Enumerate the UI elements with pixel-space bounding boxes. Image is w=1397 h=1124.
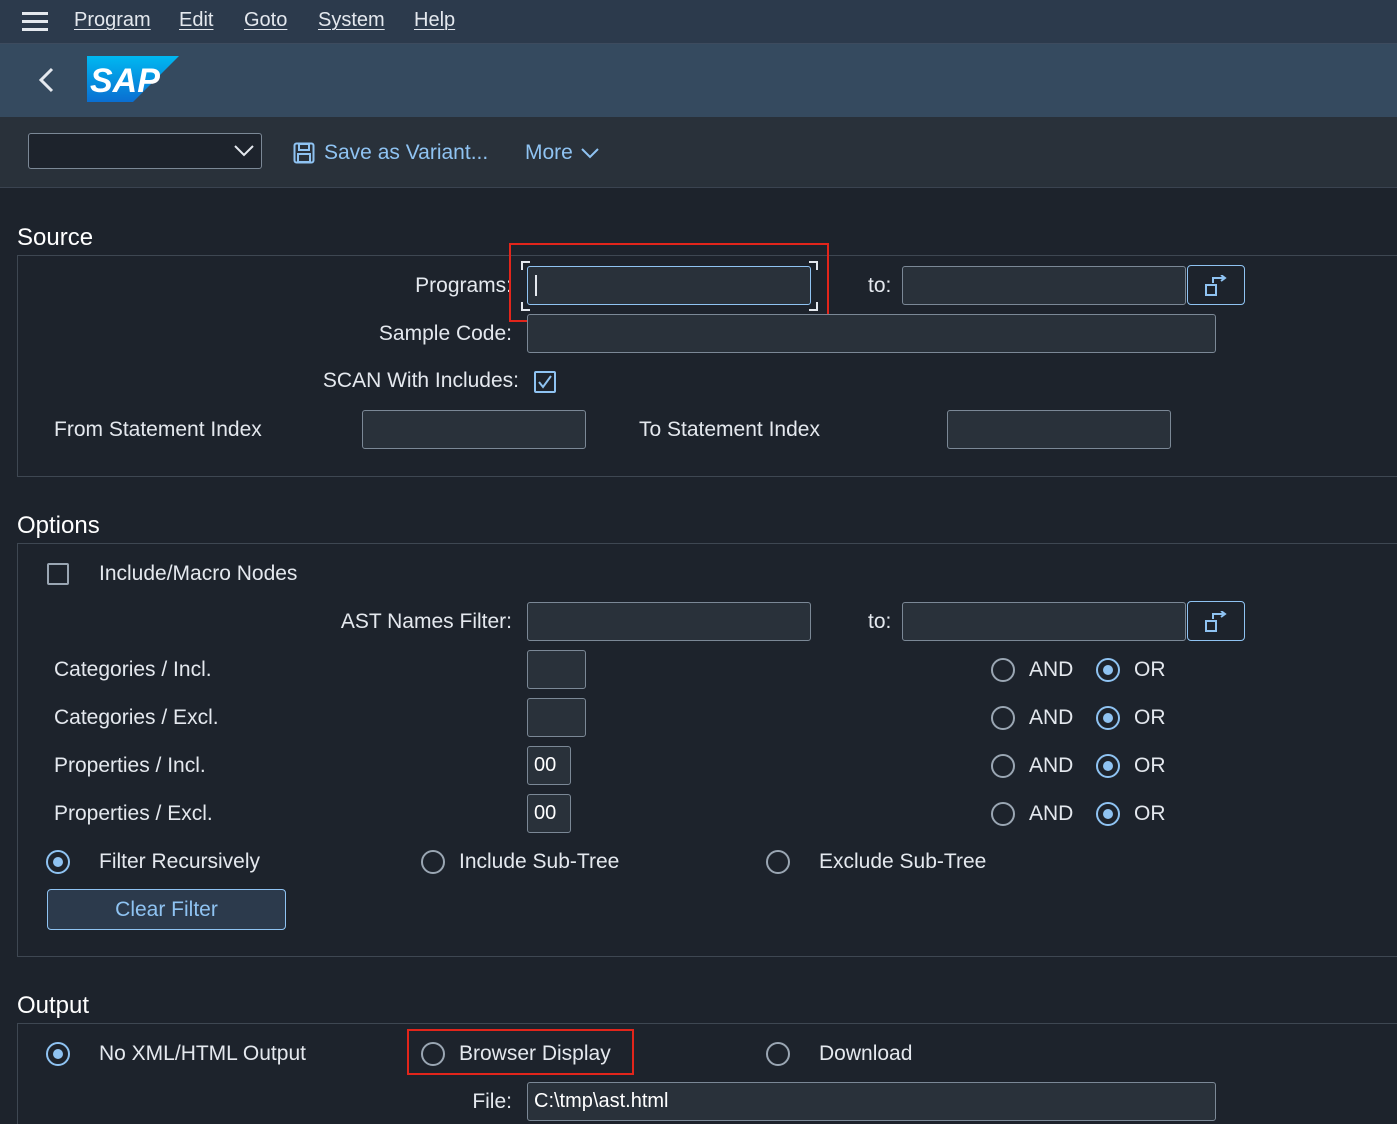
scan-includes-checkbox[interactable] (534, 371, 556, 393)
no-output-label: No XML/HTML Output (99, 1042, 306, 1065)
ast-multiple-selection-button[interactable] (1187, 601, 1245, 641)
to-statement-index-input[interactable] (947, 410, 1171, 449)
ast-names-filter-input[interactable] (527, 602, 811, 641)
back-arrow-icon[interactable] (36, 64, 58, 96)
and-label: AND (1029, 754, 1074, 777)
filter-recursively-label: Filter Recursively (99, 850, 261, 873)
properties-excl-and-radio[interactable] (991, 802, 1015, 826)
menu-edit[interactable]: Edit (179, 9, 213, 32)
shell-header (0, 44, 1397, 117)
and-label: AND (1029, 802, 1074, 825)
properties-incl-label: Properties / Incl. (54, 754, 206, 777)
no-output-radio[interactable] (46, 1042, 70, 1066)
and-label: AND (1029, 706, 1074, 729)
menu-system[interactable]: System (318, 9, 385, 32)
properties-excl-label: Properties / Excl. (54, 802, 213, 825)
categories-excl-input[interactable] (527, 698, 586, 737)
menu-help[interactable]: Help (414, 9, 455, 32)
download-label: Download (819, 1042, 913, 1065)
programs-multiple-selection-button[interactable] (1187, 265, 1245, 305)
clear-filter-button[interactable]: Clear Filter (47, 889, 286, 930)
focus-corner-brackets (521, 261, 818, 311)
categories-excl-label: Categories / Excl. (54, 706, 219, 729)
ast-to-input[interactable] (902, 602, 1186, 641)
and-label: AND (1029, 658, 1074, 681)
browser-display-label: Browser Display (459, 1042, 611, 1065)
menu-goto[interactable]: Goto (244, 9, 287, 32)
sap-logo: SAP (87, 56, 179, 102)
multiple-selection-icon (1205, 275, 1227, 296)
variant-select[interactable] (28, 133, 262, 169)
properties-incl-input[interactable]: 00 (527, 746, 571, 785)
categories-incl-input[interactable] (527, 650, 586, 689)
or-label: OR (1134, 658, 1166, 681)
or-label: OR (1134, 754, 1166, 777)
sample-code-label: Sample Code: (378, 322, 512, 345)
ast-to-label: to: (868, 610, 892, 633)
more-chevron-down-icon[interactable] (580, 146, 600, 160)
checkmark-icon (538, 375, 552, 389)
or-label: OR (1134, 802, 1166, 825)
exclude-subtree-radio[interactable] (766, 850, 790, 874)
more-button[interactable]: More (525, 141, 573, 165)
or-label: OR (1134, 706, 1166, 729)
menu-program[interactable]: Program (74, 9, 151, 32)
categories-incl-or-radio[interactable] (1096, 658, 1120, 682)
chevron-down-icon[interactable] (233, 142, 255, 158)
browser-display-radio[interactable] (421, 1042, 445, 1066)
file-label: File: (472, 1090, 512, 1113)
svg-text:SAP: SAP (90, 62, 160, 100)
sample-code-input[interactable] (527, 314, 1216, 353)
properties-excl-or-radio[interactable] (1096, 802, 1120, 826)
multiple-selection-icon (1205, 611, 1227, 632)
programs-to-input[interactable] (902, 266, 1186, 305)
programs-to-label: to: (868, 274, 892, 297)
exclude-subtree-label: Exclude Sub-Tree (819, 850, 987, 873)
filter-recursively-radio[interactable] (46, 850, 70, 874)
from-statement-index-label: From Statement Index (54, 418, 262, 441)
include-subtree-radio[interactable] (421, 850, 445, 874)
file-path-input[interactable]: C:\tmp\ast.html (527, 1082, 1216, 1121)
ast-names-filter-label: AST Names Filter: (340, 610, 512, 633)
categories-incl-and-radio[interactable] (991, 658, 1015, 682)
save-as-variant-button[interactable]: Save as Variant... (324, 141, 488, 165)
properties-incl-or-radio[interactable] (1096, 754, 1120, 778)
properties-excl-input[interactable]: 00 (527, 794, 571, 833)
source-group-title: Source (17, 224, 94, 251)
include-macro-nodes-checkbox[interactable] (47, 563, 69, 585)
to-statement-index-label: To Statement Index (639, 418, 820, 441)
programs-label: Programs: (415, 274, 512, 297)
options-group-title: Options (17, 512, 100, 539)
output-group-title: Output (17, 992, 90, 1019)
categories-excl-or-radio[interactable] (1096, 706, 1120, 730)
categories-excl-and-radio[interactable] (991, 706, 1015, 730)
hamburger-menu-icon[interactable] (22, 12, 48, 32)
properties-incl-and-radio[interactable] (991, 754, 1015, 778)
categories-incl-label: Categories / Incl. (54, 658, 212, 681)
scan-includes-label: SCAN With Includes: (322, 369, 519, 392)
from-statement-index-input[interactable] (362, 410, 586, 449)
include-macro-nodes-label: Include/Macro Nodes (99, 562, 298, 585)
download-radio[interactable] (766, 1042, 790, 1066)
save-icon[interactable] (293, 142, 315, 164)
include-subtree-label: Include Sub-Tree (459, 850, 620, 873)
